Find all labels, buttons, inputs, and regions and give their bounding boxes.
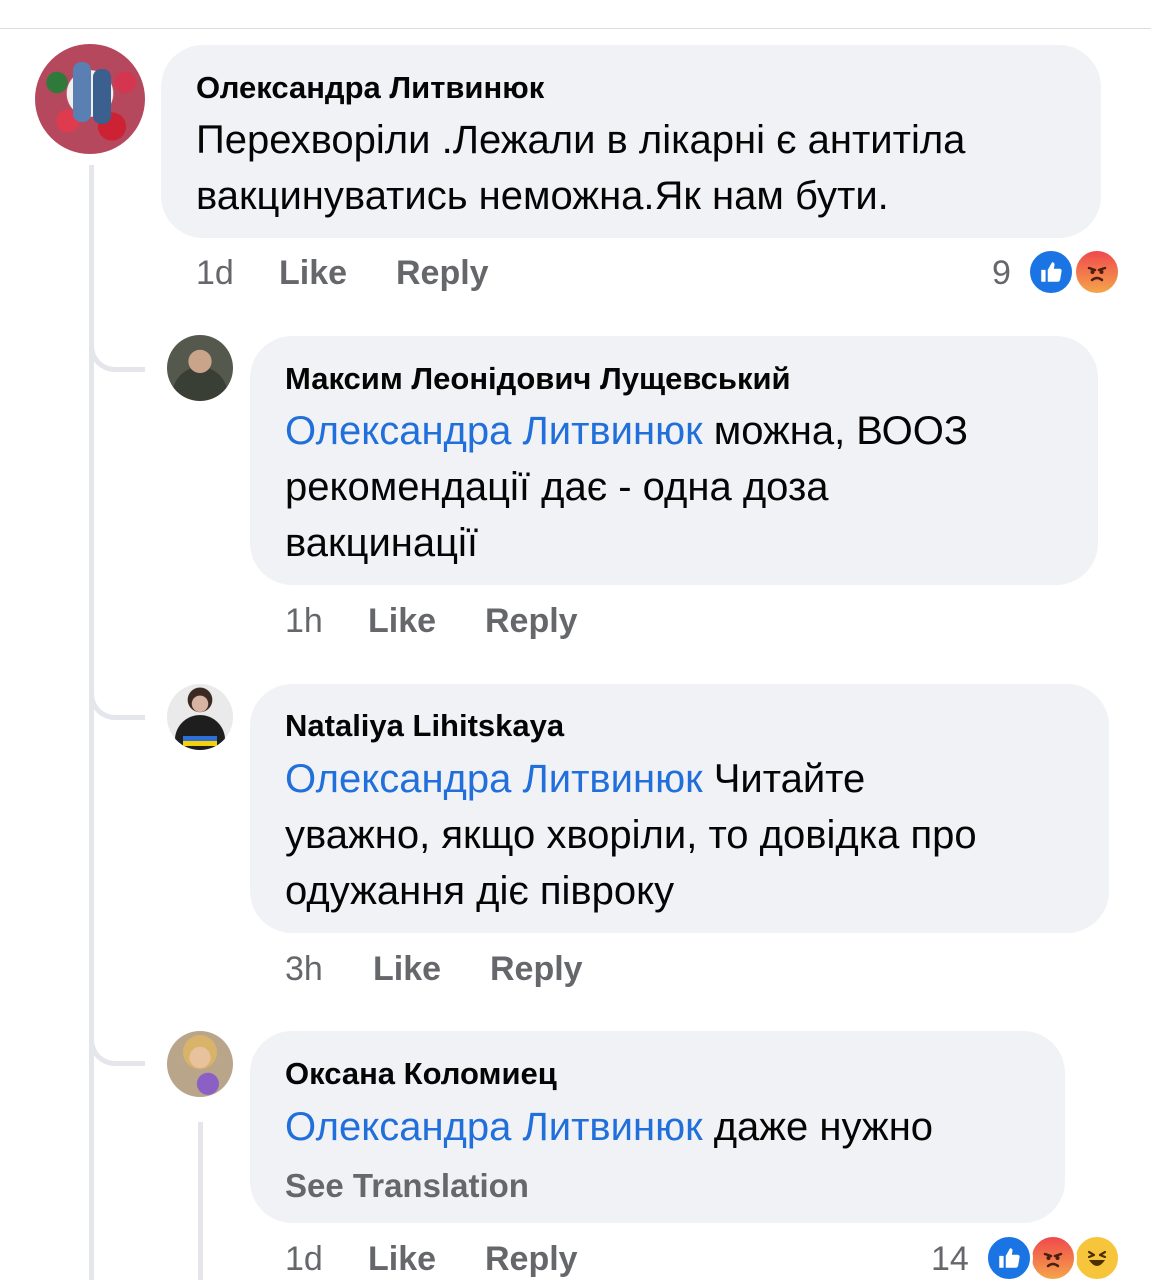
reply-timestamp[interactable]: 1h [285,602,323,641]
avatar[interactable] [167,335,233,401]
comment-author[interactable]: Олександра Литвинюк [196,70,544,106]
mention-link[interactable]: Олександра Литвинюк [285,1105,703,1149]
haha-icon[interactable] [1073,1234,1121,1282]
see-translation-link[interactable]: See Translation [285,1167,529,1205]
angry-icon[interactable] [1073,248,1121,296]
reply-author[interactable]: Оксана Коломиец [285,1056,557,1092]
reply-button[interactable]: Reply [396,254,489,293]
mention-link[interactable]: Олександра Литвинюк [285,409,703,453]
reaction-count[interactable]: 9 [992,254,1011,293]
reaction-count[interactable]: 14 [931,1240,969,1279]
avatar[interactable] [167,1031,233,1097]
like-button[interactable]: Like [368,602,436,641]
reply-author[interactable]: Максим Леонідович Лущевський [285,361,791,397]
angry-icon[interactable] [1029,1234,1077,1282]
thread-connector [89,650,145,720]
reply-button[interactable]: Reply [490,950,583,989]
like-icon[interactable] [985,1234,1033,1282]
like-button[interactable]: Like [368,1240,436,1279]
mention-link[interactable]: Олександра Литвинюк [285,757,703,801]
reply-text: Олександра Литвинюк даже нужно [285,1105,934,1149]
reply-timestamp[interactable]: 1d [285,1240,323,1279]
reply-button[interactable]: Reply [485,1240,578,1279]
comment-text: Перехворіли .Лежали в лікарні є антитіла… [196,118,966,218]
avatar[interactable] [167,684,233,750]
thread-connector [89,996,145,1066]
reply-author[interactable]: Nataliya Lihitskaya [285,708,564,744]
reply-text: Олександра Литвинюк Читайте уважно, якщо… [285,757,977,913]
like-button[interactable]: Like [373,950,441,989]
like-button[interactable]: Like [279,254,347,293]
thread-line [198,1122,203,1280]
thread-connector [89,300,145,372]
reply-text: Олександра Литвинюк можна, ВООЗ рекоменд… [285,409,969,565]
top-divider [0,28,1151,29]
reply-button[interactable]: Reply [485,602,578,641]
like-icon[interactable] [1027,248,1075,296]
reply-timestamp[interactable]: 3h [285,950,323,989]
avatar[interactable] [35,44,145,154]
comment-timestamp[interactable]: 1d [196,254,234,293]
